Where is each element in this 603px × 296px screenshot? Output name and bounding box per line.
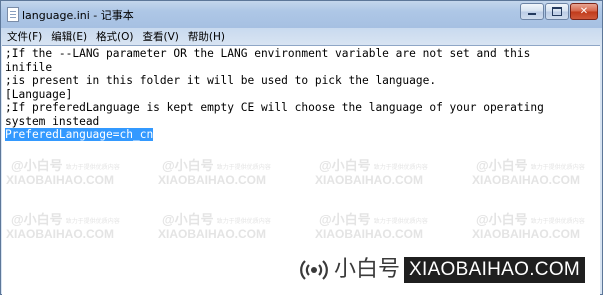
window-title: language.ini - 记事本 <box>22 9 134 22</box>
watermark-cn: @小白号 致力于提供优质内容 <box>476 158 585 173</box>
watermark-cn: @小白号 致力于提供优质内容 <box>11 212 120 227</box>
watermark-cn: @小白号 致力于提供优质内容 <box>162 212 271 227</box>
menu-file[interactable]: 文件(F) <box>3 29 46 44</box>
menu-help[interactable]: 帮助(H) <box>184 29 229 44</box>
text-line: ;If preferedLanguage is kept empty CE wi… <box>5 101 544 114</box>
watermark-en: XIAOBAIHAO.COM <box>158 227 266 241</box>
selected-text[interactable]: PreferedLanguage=ch_cn <box>5 128 154 141</box>
maximize-icon <box>552 7 562 16</box>
text-line-selected: PreferedLanguage=ch_cn <box>5 128 544 142</box>
close-button[interactable]: ✕ <box>570 3 598 20</box>
watermark-en: XIAOBAIHAO.COM <box>472 227 580 241</box>
watermark-en: XIAOBAIHAO.COM <box>6 227 114 241</box>
watermark-cn: @小白号 致力于提供优质内容 <box>162 158 271 173</box>
watermark-en: XIAOBAIHAO.COM <box>6 173 114 187</box>
minimize-button[interactable] <box>520 3 544 20</box>
title-bar[interactable]: language.ini - 记事本 ✕ <box>1 1 602 27</box>
minimize-icon <box>528 13 536 15</box>
menu-bar: 文件(F) 编辑(E) 格式(O) 查看(V) 帮助(H) <box>1 28 602 45</box>
watermark-cn: @小白号 致力于提供优质内容 <box>476 212 585 227</box>
menu-edit[interactable]: 编辑(E) <box>47 29 91 44</box>
text-line: inifile <box>5 60 53 74</box>
watermark-en: XIAOBAIHAO.COM <box>315 227 423 241</box>
notepad-window: language.ini - 记事本 ✕ 文件(F) 编辑(E) 格式(O) 查… <box>0 0 603 296</box>
text-line: [Language] <box>5 87 73 101</box>
menu-view[interactable]: 查看(V) <box>139 29 183 44</box>
text-line: ;is present in this folder it will be us… <box>5 74 437 87</box>
maximize-button[interactable] <box>545 3 569 20</box>
notepad-icon[interactable] <box>7 7 19 22</box>
text-line: system instead <box>5 114 100 128</box>
watermark-en: XIAOBAIHAO.COM <box>472 173 580 187</box>
close-icon: ✕ <box>579 5 589 17</box>
document-text[interactable]: ;If the --LANG parameter OR the LANG env… <box>5 47 544 142</box>
watermark-en: XIAOBAIHAO.COM <box>158 173 266 187</box>
text-editor[interactable]: @小白号 致力于提供优质内容 @小白号 致力于提供优质内容 @小白号 致力于提供优质内… <box>2 45 600 296</box>
watermark-cn: @小白号 致力于提供优质内容 <box>319 212 428 227</box>
watermark-en: XIAOBAIHAO.COM <box>315 173 423 187</box>
menu-format[interactable]: 格式(O) <box>92 29 137 44</box>
watermark-cn: @小白号 致力于提供优质内容 <box>319 158 428 173</box>
text-line: ;If the --LANG parameter OR the LANG env… <box>5 47 531 60</box>
watermark-cn: @小白号 致力于提供优质内容 <box>11 158 120 173</box>
